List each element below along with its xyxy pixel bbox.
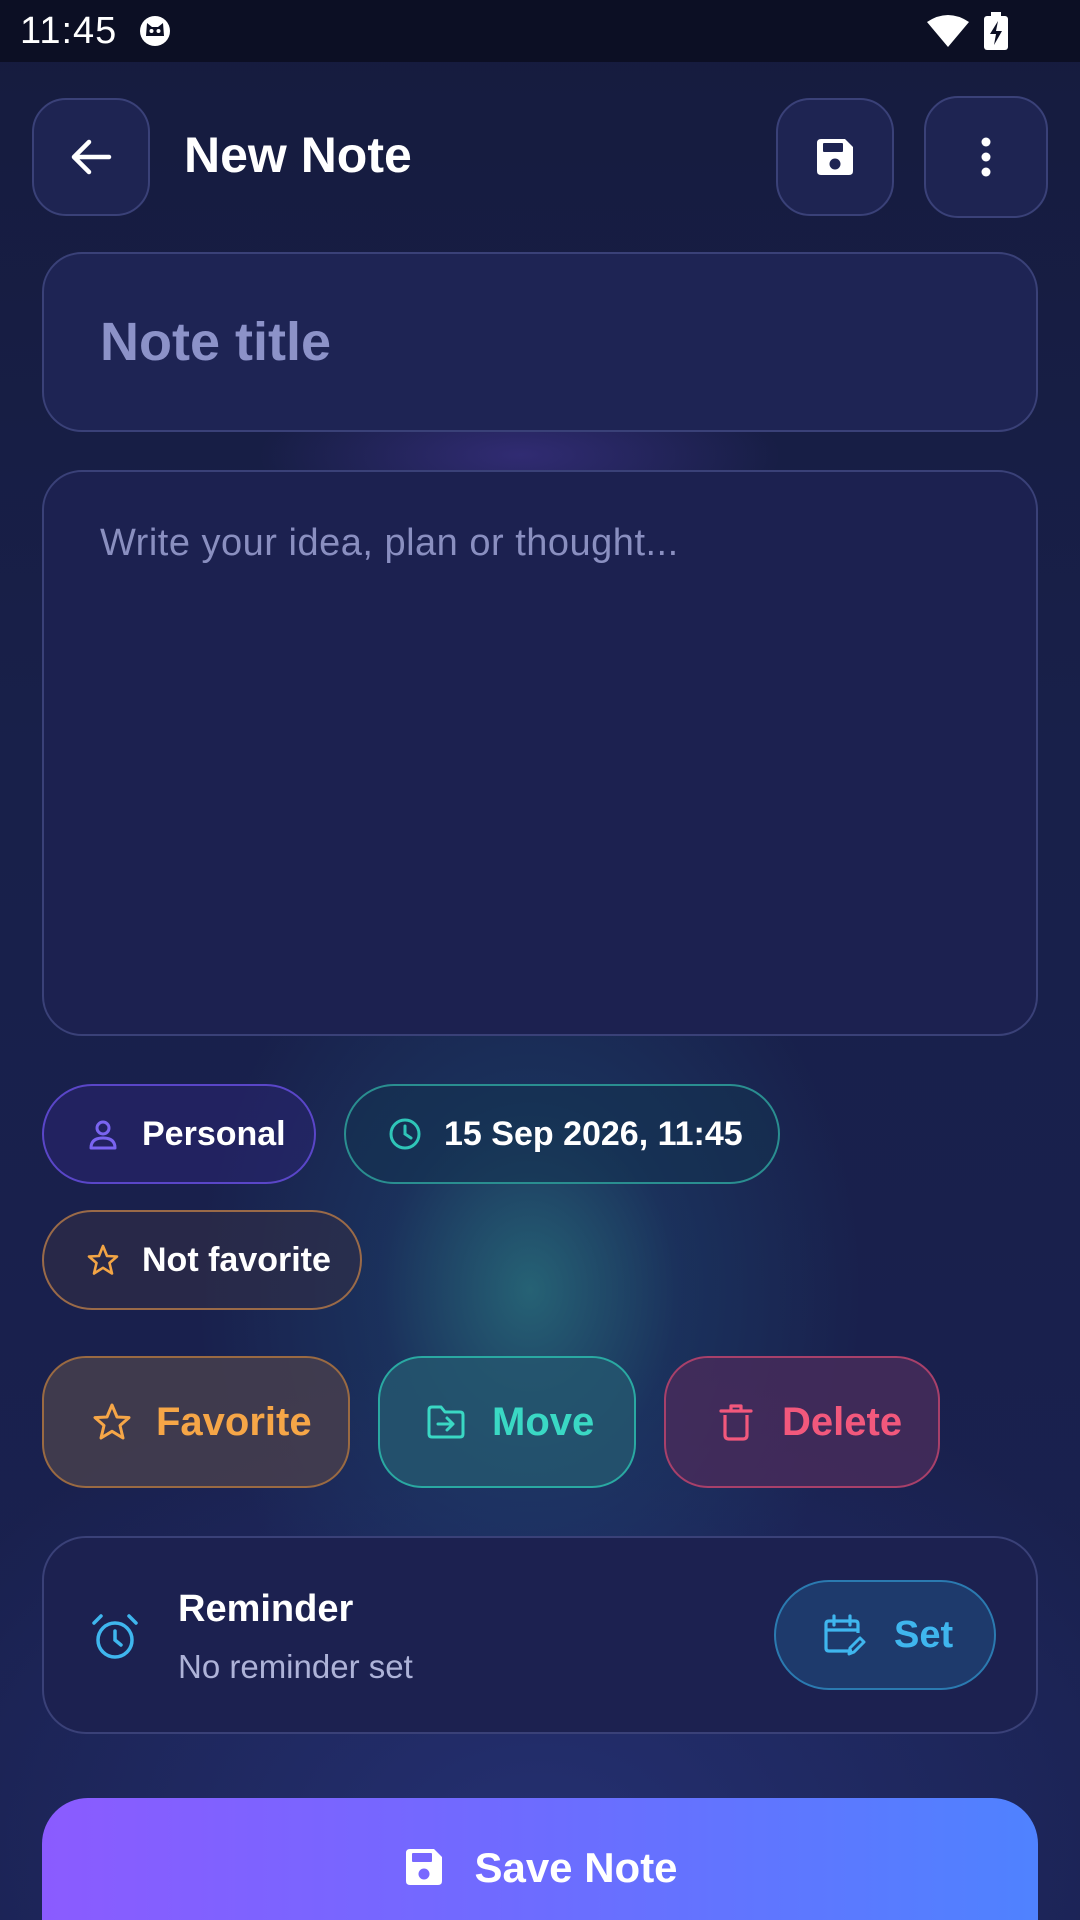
set-reminder-button[interactable]: Set — [774, 1580, 996, 1690]
reminder-card: Reminder No reminder set Set — [42, 1536, 1038, 1734]
star-outline-icon — [93, 1403, 131, 1440]
battery-charging-icon — [984, 12, 1008, 50]
clock-icon — [389, 1118, 421, 1150]
save-note-label: Save Note — [474, 1844, 678, 1891]
set-reminder-label: Set — [894, 1613, 954, 1656]
floppy-disk-icon — [406, 1849, 443, 1885]
back-button[interactable] — [32, 98, 150, 216]
user-icon — [89, 1120, 117, 1150]
save-note-button[interactable]: Save Note — [42, 1798, 1038, 1920]
note-body-input[interactable] — [100, 522, 980, 982]
category-chip[interactable]: Personal — [42, 1084, 316, 1184]
delete-button[interactable]: Delete — [664, 1356, 940, 1488]
category-chip-label: Personal — [142, 1114, 286, 1153]
move-button-label: Move — [492, 1399, 595, 1444]
wifi-icon — [927, 15, 969, 47]
reminder-status: No reminder set — [178, 1648, 413, 1685]
arrow-left-icon — [71, 139, 112, 175]
folder-move-icon — [427, 1405, 465, 1439]
star-outline-icon — [87, 1244, 119, 1275]
reminder-title: Reminder — [178, 1588, 354, 1630]
save-icon-button[interactable] — [776, 98, 894, 216]
status-time: 11:45 — [20, 10, 118, 52]
trash-icon — [719, 1404, 753, 1441]
note-body-field — [42, 470, 1038, 1036]
date-chip[interactable]: 15 Sep 2026, 11:45 — [344, 1084, 780, 1184]
note-editor-screen: 11:45 New Note Note title Write your ide… — [0, 0, 1080, 1920]
note-title-input[interactable] — [100, 302, 980, 382]
favorite-status-label: Not favorite — [142, 1240, 331, 1279]
date-chip-label: 15 Sep 2026, 11:45 — [444, 1114, 743, 1153]
calendar-edit-icon — [824, 1614, 866, 1656]
status-bar: 11:45 — [0, 0, 1080, 62]
delete-button-label: Delete — [782, 1399, 903, 1444]
favorite-button[interactable]: Favorite — [42, 1356, 350, 1488]
favorite-button-label: Favorite — [156, 1399, 312, 1444]
page-title: New Note — [184, 127, 412, 183]
note-title-field — [42, 252, 1038, 432]
alarm-clock-icon — [92, 1614, 138, 1659]
favorite-status-chip[interactable]: Not favorite — [42, 1210, 362, 1310]
more-vertical-icon — [981, 137, 991, 177]
move-button[interactable]: Move — [378, 1356, 636, 1488]
floppy-disk-icon — [817, 139, 853, 175]
cat-app-icon — [140, 16, 170, 46]
more-options-button[interactable] — [924, 96, 1048, 218]
